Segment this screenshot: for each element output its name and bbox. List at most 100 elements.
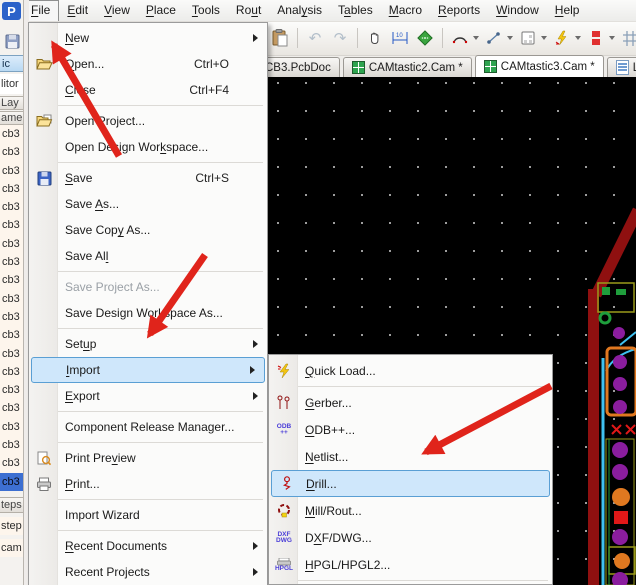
layer-row[interactable]: cb3: [0, 454, 24, 472]
menu-separator: [51, 162, 263, 163]
cam-doc-icon: [484, 60, 497, 73]
tab-cb3-pcbdoc[interactable]: CB3.PcbDoc: [256, 57, 340, 77]
mill-rout-icon: [273, 502, 295, 520]
name-column-header-fragment[interactable]: ame: [0, 111, 24, 125]
document-tab-bar: CB3.PcbDoc CAMtastic2.Cam * CAMtastic3.C…: [256, 55, 636, 77]
menu-separator: [291, 580, 548, 581]
print-preview-icon: [33, 449, 55, 467]
menu-item-hpgl[interactable]: HPGL HPGL/HPGL2...: [269, 551, 552, 578]
menu-place[interactable]: Place: [138, 0, 184, 21]
odb-icon: ODB++: [273, 421, 295, 439]
file-menu: New Open...Ctrl+O CloseCtrl+F4 Open Proj…: [28, 22, 268, 585]
hpgl-icon: HPGL: [273, 556, 295, 574]
menu-item-new[interactable]: New: [29, 25, 267, 51]
open-project-icon: [33, 112, 55, 130]
menu-item-recent-documents[interactable]: Recent Documents: [29, 533, 267, 559]
menu-item-dxf-dwg[interactable]: DXFDWG DXF/DWG...: [269, 524, 552, 551]
layer-row[interactable]: cb3: [0, 162, 24, 180]
menu-item-setup[interactable]: Setup: [29, 331, 267, 357]
measure-icon[interactable]: 10: [390, 28, 410, 48]
menu-edit[interactable]: Edit: [59, 0, 96, 21]
panel-tab-camtastic[interactable]: ic: [0, 55, 24, 72]
layer-row[interactable]: cb3: [0, 216, 24, 234]
layer-row[interactable]: cb3: [0, 326, 24, 344]
dropdown-caret-icon[interactable]: [609, 36, 615, 40]
step-row[interactable]: cam: [0, 539, 24, 557]
menu-rout[interactable]: Rout: [228, 0, 269, 21]
menu-help[interactable]: Help: [547, 0, 588, 21]
save-toolbar-icon[interactable]: [5, 34, 20, 52]
layer-row[interactable]: cb3: [0, 143, 24, 161]
menu-tools[interactable]: Tools: [184, 0, 228, 21]
query-lightning-icon[interactable]: [552, 28, 572, 48]
steps-header-fragment[interactable]: teps: [0, 497, 24, 513]
menu-item-export[interactable]: Export: [29, 383, 267, 409]
layer-row[interactable]: cb3: [0, 418, 24, 436]
layer-row[interactable]: cb3: [0, 253, 24, 271]
rectangle-tool-icon[interactable]: [518, 28, 538, 48]
layer-row[interactable]: cb3: [0, 180, 24, 198]
menu-item-save-copy-as[interactable]: Save Copy As...: [29, 217, 267, 243]
menu-item-print[interactable]: Print...: [29, 471, 267, 497]
layer-row[interactable]: cb3: [0, 125, 24, 143]
menu-item-open-project[interactable]: Open Project...: [29, 108, 267, 134]
menu-item-save-as[interactable]: Save As...: [29, 191, 267, 217]
menu-item-odb[interactable]: ODB++ ODB++...: [269, 416, 552, 443]
menu-reports[interactable]: Reports: [430, 0, 488, 21]
layer-row[interactable]: cb3: [0, 308, 24, 326]
layer-row[interactable]: cb3: [0, 436, 24, 454]
menu-analysis[interactable]: Analysis: [269, 0, 330, 21]
tab-camtastic3[interactable]: CAMtastic3.Cam *: [475, 55, 604, 77]
layer-row[interactable]: cb3: [0, 363, 24, 381]
undo-icon[interactable]: ↶: [305, 28, 325, 48]
menu-item-quick-load[interactable]: Quick Load...: [269, 357, 552, 384]
menu-separator: [51, 499, 263, 500]
step-row[interactable]: step: [0, 517, 24, 535]
svg-text:10: 10: [396, 33, 403, 39]
menu-item-gerber[interactable]: Gerber...: [269, 389, 552, 416]
grid-icon[interactable]: [620, 28, 636, 48]
layer-row[interactable]: cb3: [0, 235, 24, 253]
menu-item-component-release-manager[interactable]: Component Release Manager...: [29, 414, 267, 440]
menu-item-recent-projects[interactable]: Recent Projects: [29, 559, 267, 585]
dropdown-caret-icon[interactable]: [575, 36, 581, 40]
arc-tool-icon[interactable]: [450, 28, 470, 48]
menu-item-netlist[interactable]: Netlist...: [269, 443, 552, 470]
dropdown-caret-icon[interactable]: [507, 36, 513, 40]
menu-window[interactable]: Window: [488, 0, 547, 21]
menu-item-save-design-workspace-as[interactable]: Save Design Workspace As...: [29, 300, 267, 326]
import-submenu: Quick Load... Gerber... ODB++ ODB++... N…: [268, 354, 553, 585]
menu-tables[interactable]: Tables: [330, 0, 381, 21]
menu-view[interactable]: View: [96, 0, 138, 21]
layer-row[interactable]: cb3: [0, 290, 24, 308]
dropdown-caret-icon[interactable]: [541, 36, 547, 40]
menu-item-close[interactable]: CloseCtrl+F4: [29, 77, 267, 103]
quick-load-lightning-icon: [273, 362, 295, 380]
menu-macro[interactable]: Macro: [381, 0, 430, 21]
layer-row[interactable]: cb3: [0, 345, 24, 363]
tab-log[interactable]: Log_201: [607, 57, 636, 77]
paste-icon[interactable]: [270, 28, 290, 48]
layer-row[interactable]: cb3: [0, 271, 24, 289]
layer-row-selected[interactable]: cb3: [0, 473, 24, 491]
board-icon[interactable]: [415, 28, 435, 48]
layer-row[interactable]: cb3: [0, 381, 24, 399]
pads-tool-icon[interactable]: [586, 28, 606, 48]
menu-item-import[interactable]: Import: [31, 357, 265, 383]
layer-row[interactable]: cb3: [0, 399, 24, 417]
node-tool-icon[interactable]: [484, 28, 504, 48]
layers-header-fragment[interactable]: Lay: [0, 96, 24, 110]
menu-item-open-design-workspace[interactable]: Open Design Workspace...: [29, 134, 267, 160]
menu-item-save[interactable]: SaveCtrl+S: [29, 165, 267, 191]
menu-item-open[interactable]: Open...Ctrl+O: [29, 51, 267, 77]
menu-item-save-all[interactable]: Save All: [29, 243, 267, 269]
pan-hand-icon[interactable]: [365, 28, 385, 48]
menu-item-mill-rout[interactable]: Mill/Rout...: [269, 497, 552, 524]
redo-icon[interactable]: ↷: [330, 28, 350, 48]
menu-item-import-wizard[interactable]: Import Wizard: [29, 502, 267, 528]
tab-camtastic2[interactable]: CAMtastic2.Cam *: [343, 57, 472, 77]
dropdown-caret-icon[interactable]: [473, 36, 479, 40]
menu-item-drill[interactable]: Drill...: [271, 470, 550, 497]
menu-item-print-preview[interactable]: Print Preview: [29, 445, 267, 471]
layer-row[interactable]: cb3: [0, 198, 24, 216]
